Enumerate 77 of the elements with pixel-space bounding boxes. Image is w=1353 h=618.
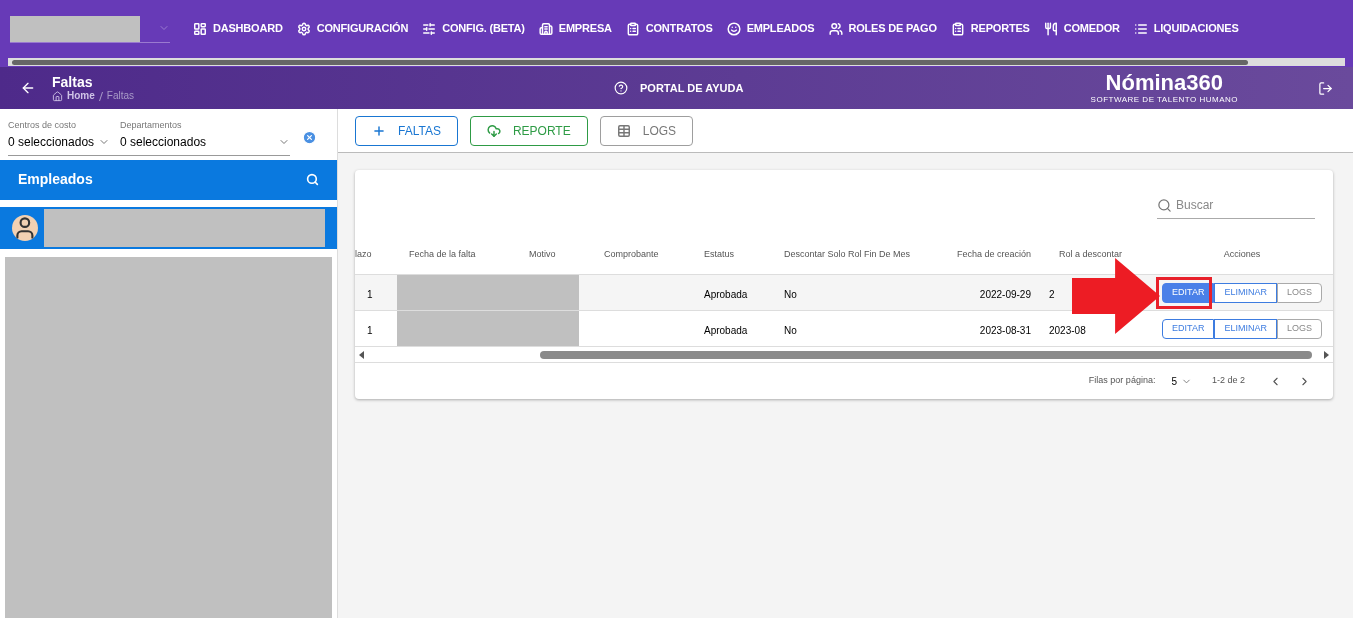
home-icon bbox=[52, 90, 63, 102]
nav-item[interactable]: LIQUIDACIONES bbox=[1126, 20, 1246, 37]
column-header: Estatus bbox=[704, 248, 734, 259]
scroll-left-icon[interactable] bbox=[359, 350, 364, 359]
search-icon[interactable] bbox=[306, 173, 319, 186]
filter-select[interactable]: Centros de costo 0 seleccionados bbox=[8, 119, 120, 155]
nav-item[interactable]: EMPLEADOS bbox=[719, 20, 822, 37]
table-icon bbox=[616, 123, 631, 138]
table-cell: No bbox=[784, 324, 797, 336]
table-cell: 2023-08 bbox=[1049, 324, 1086, 336]
users-icon bbox=[828, 21, 843, 36]
action-button[interactable]: LOGS bbox=[1276, 318, 1322, 339]
action-button[interactable]: LOGS bbox=[1276, 282, 1322, 303]
sliders-icon bbox=[422, 21, 437, 36]
breadcrumb-link[interactable]: Home bbox=[67, 90, 95, 102]
cloud-download-icon bbox=[486, 123, 501, 138]
table-row[interactable]: 1 Aprobada No 2023-08-31 2023-08 EDITAR ELIMINAR LOGS bbox=[355, 311, 1333, 347]
column-header: lazo bbox=[355, 248, 372, 259]
toolbar-button[interactable]: FALTAS bbox=[355, 115, 458, 146]
scroll-right-icon[interactable] bbox=[1324, 350, 1329, 359]
help-link[interactable]: PORTAL DE AYUDA bbox=[640, 79, 744, 97]
table-cell: 2023-08-31 bbox=[979, 324, 1031, 336]
rows-per-page-select[interactable]: 5 bbox=[1171, 373, 1192, 389]
nav-item[interactable]: ROLES DE PAGO bbox=[821, 20, 944, 37]
clipboard-icon bbox=[950, 21, 965, 36]
table-cell: 1 bbox=[367, 324, 373, 336]
search-icon bbox=[1157, 197, 1172, 213]
clear-icon[interactable] bbox=[302, 129, 317, 145]
breadcrumb-current: Faltas bbox=[106, 90, 135, 102]
back-icon[interactable] bbox=[20, 80, 36, 96]
nav-item[interactable]: EMPRESA bbox=[531, 20, 619, 37]
column-header: Descontar Solo Rol Fin De Mes bbox=[784, 248, 911, 259]
logo-tagline: SOFTWARE DE TALENTO HUMANO bbox=[1090, 95, 1238, 105]
nav-item[interactable]: CONFIG. (BETA) bbox=[415, 20, 532, 37]
employees-header: Empleados bbox=[18, 170, 93, 189]
nav-item[interactable]: DASHBOARD bbox=[186, 20, 290, 37]
gear-icon bbox=[296, 21, 311, 36]
table-cell: No bbox=[784, 288, 797, 300]
table-cell: 2 bbox=[1049, 288, 1055, 300]
logo-text: Nómina360 bbox=[1105, 71, 1223, 95]
page-title: Faltas bbox=[52, 74, 94, 90]
column-header: Fecha de la falta bbox=[409, 248, 476, 259]
breadcrumb-separator-icon bbox=[98, 91, 103, 101]
face-icon bbox=[726, 21, 741, 36]
column-header: Fecha de creación bbox=[956, 248, 1031, 259]
table-cell: Aprobada bbox=[704, 324, 748, 336]
filter-select[interactable]: Departamentos 0 seleccionados bbox=[120, 119, 290, 155]
table-cell: Aprobada bbox=[704, 288, 748, 300]
toolbar-button[interactable]: LOGS bbox=[599, 115, 694, 146]
table-row[interactable]: 1 Aprobada No 2022-09-29 2 EDITAR ELIMINAR LOGS bbox=[355, 275, 1333, 311]
table-cell: 2022-09-29 bbox=[979, 288, 1031, 300]
page-range: 1-2 de 2 bbox=[1211, 374, 1245, 388]
avatar-icon bbox=[12, 214, 38, 241]
table-cell: 1 bbox=[367, 288, 373, 300]
column-header: Acciones bbox=[1223, 248, 1261, 259]
column-header: Rol a descontar bbox=[1059, 248, 1123, 259]
nav-item[interactable]: REPORTES bbox=[943, 20, 1037, 37]
action-button[interactable]: EDITAR bbox=[1162, 282, 1215, 303]
building-icon bbox=[538, 21, 553, 36]
column-header: Motivo bbox=[529, 248, 556, 259]
action-button[interactable]: EDITAR bbox=[1162, 318, 1215, 339]
column-header: Comprobante bbox=[604, 248, 659, 259]
utensils-icon bbox=[1043, 21, 1058, 36]
toolbar-button[interactable]: REPORTE bbox=[469, 115, 588, 146]
rows-per-page-label: Filas por página: bbox=[1088, 374, 1156, 388]
action-button[interactable]: ELIMINAR bbox=[1214, 318, 1277, 339]
help-icon bbox=[614, 81, 629, 95]
nav-item[interactable]: CONFIGURACIÓN bbox=[289, 20, 416, 37]
logout-icon[interactable] bbox=[1318, 80, 1333, 96]
plus-icon bbox=[372, 123, 386, 138]
nav-item[interactable]: COMEDOR bbox=[1036, 20, 1127, 37]
nav-item[interactable]: CONTRATOS bbox=[618, 20, 720, 37]
clipboard-icon bbox=[625, 21, 640, 36]
list-icon bbox=[1133, 21, 1148, 36]
search-field[interactable]: Buscar bbox=[1176, 196, 1296, 214]
dashboard-icon bbox=[193, 21, 207, 36]
action-button[interactable]: ELIMINAR bbox=[1214, 282, 1277, 303]
